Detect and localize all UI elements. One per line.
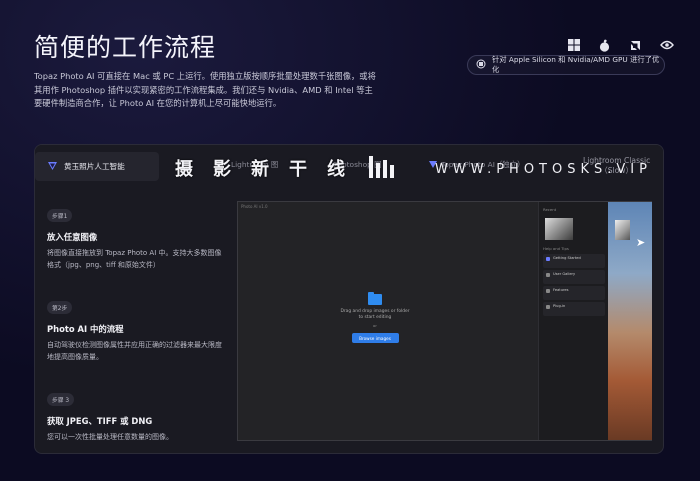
help-item[interactable]: Features [543, 286, 605, 300]
tab-topaz-photo-ai[interactable]: 黄玉照片人工智能 [35, 152, 159, 181]
step-title: Photo AI 中的流程 [47, 324, 124, 334]
help-item-label: Features [553, 288, 569, 292]
recent-panel: Recent Help and Tips Getting Started Use… [538, 202, 608, 440]
app-window-title: Photo AI v1.0 [241, 204, 268, 209]
topaz-icon [546, 257, 550, 261]
windows-icon [558, 37, 589, 53]
or-label: or [373, 323, 377, 328]
mouse-cursor-icon: ➤ [636, 236, 646, 249]
step-badge: 第2步 [47, 301, 73, 314]
gpu-optimization-badge: 针对 Apple Silicon 和 Nvidia/AMD GPU 进行了优化 [467, 55, 665, 75]
help-item[interactable]: User Gallery [543, 270, 605, 284]
watermark-logo-icon [369, 156, 394, 178]
step-2: 第2步 Photo AI 中的流程 自动驾驶仪检测图像属性并应用正确的过滤器来最… [47, 295, 227, 363]
drop-zone[interactable]: Drag and drop images or folder to start … [338, 292, 412, 343]
app-screenshot: Photo AI v1.0 Drag and drop images or fo… [237, 201, 652, 441]
amd-icon [620, 37, 651, 53]
workflow-card: 黄玉照片人工智能 Lightroom 图 Photoshop 图 Topaz P… [34, 144, 664, 454]
page-title: 简便的工作流程 [34, 33, 217, 62]
step-badge: 步骤1 [47, 209, 73, 222]
plugin-icon [546, 305, 550, 309]
help-item-label: Getting Started [553, 256, 581, 260]
help-item-label: User Gallery [553, 272, 576, 276]
apple-icon [589, 37, 620, 53]
help-item-label: Plug-in [553, 304, 566, 308]
tab-label: 黄玉照片人工智能 [64, 162, 125, 171]
step-text: 您可以一次性批量处理任意数量的图像。 [47, 433, 173, 441]
step-text: 自动驾驶仪检测图像属性并应用正确的过滤器来最大限度地提高图像质量。 [47, 341, 222, 361]
help-label: Help and Tips [543, 246, 569, 251]
step-3: 步骤 3 获取 JPEG、TIFF 或 DNG 您可以一次性批量处理任意数量的图… [47, 387, 227, 443]
step-title: 获取 JPEG、TIFF 或 DNG [47, 416, 153, 426]
step-text: 将图像直接拖放到 Topaz Photo AI 中。支持大多数图像格式（jpg、… [47, 249, 222, 269]
intro-description: Topaz Photo AI 可直接在 Mac 或 PC 上运行。使用独立版按顺… [34, 71, 376, 108]
drop-hint: Drag and drop images or folder to start … [340, 309, 410, 320]
topaz-logo-icon [47, 160, 58, 173]
dragged-image-thumbnail[interactable] [615, 220, 630, 240]
features-icon [546, 289, 550, 293]
browse-images-button[interactable]: Browse images [351, 333, 399, 343]
step-1: 步骤1 放入任意图像 将图像直接拖放到 Topaz Photo AI 中。支持大… [47, 203, 227, 271]
recent-label: Recent [543, 207, 557, 212]
step-title: 放入任意图像 [47, 232, 98, 242]
integration-tabs: 黄玉照片人工智能 Lightroom 图 Photoshop 图 Topaz P… [35, 145, 663, 187]
watermark-url: WWW.PHOTOSKS.VIP [435, 162, 652, 177]
sample-photo: ➤ [608, 202, 652, 440]
gpu-note: 针对 Apple Silicon 和 Nvidia/AMD GPU 进行了优化 [492, 55, 660, 74]
platform-icons [558, 37, 682, 53]
gpu-chip-icon [476, 59, 486, 71]
recent-thumbnail[interactable] [545, 218, 573, 240]
gallery-icon [546, 273, 550, 277]
nvidia-icon [651, 37, 682, 53]
help-item[interactable]: Plug-in [543, 302, 605, 316]
step-badge: 步骤 3 [47, 393, 75, 406]
folder-icon [368, 292, 382, 305]
watermark-text: 摄影新干线 [175, 159, 365, 180]
help-item[interactable]: Getting Started [543, 254, 605, 268]
